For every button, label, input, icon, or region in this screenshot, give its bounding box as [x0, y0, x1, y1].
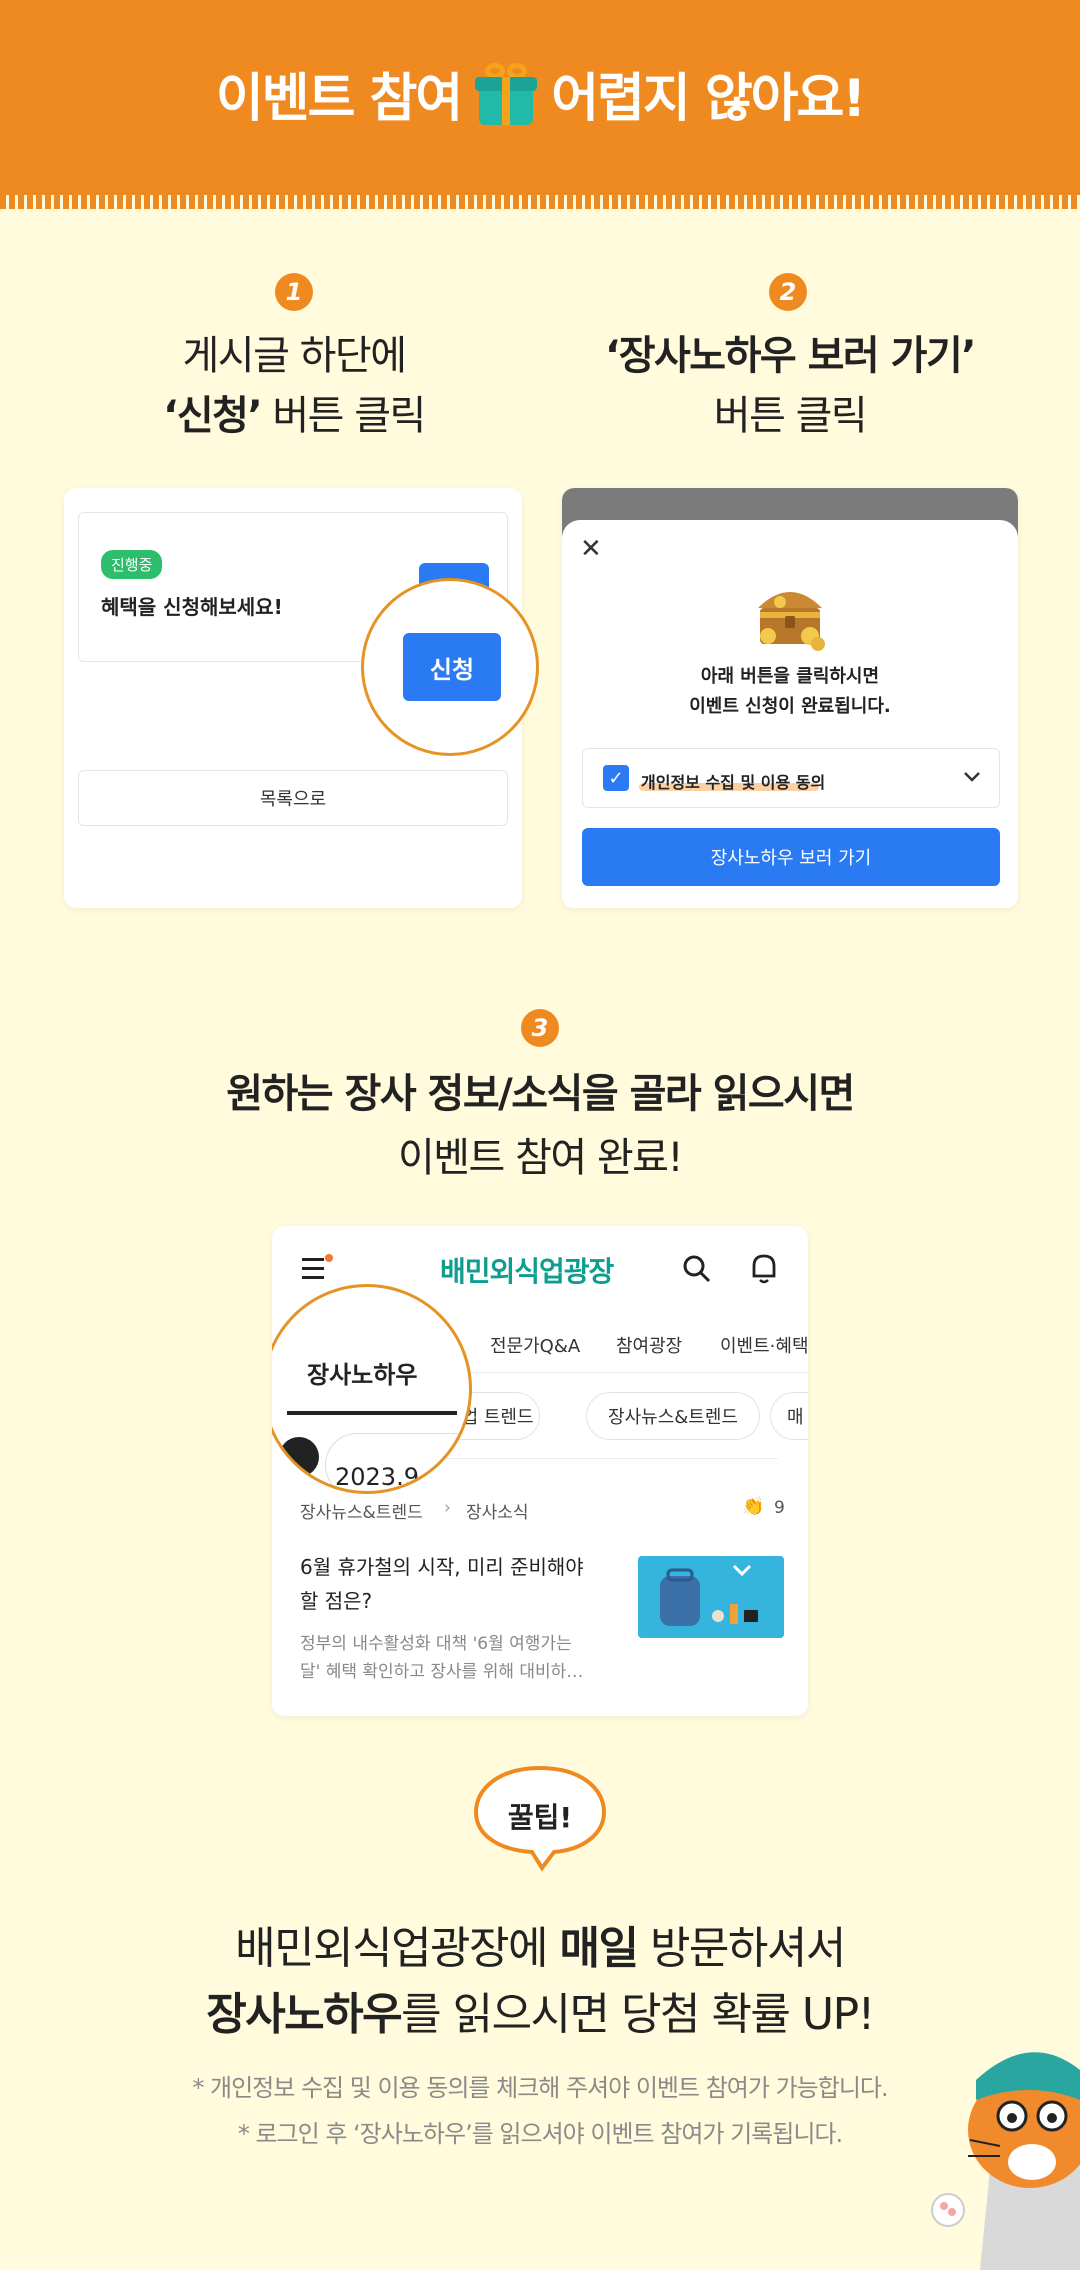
cat-mascot-illustration — [931, 2052, 1080, 2270]
tip-line2-post: 를 읽으시면 당첨 확률 UP! — [401, 1989, 875, 2040]
travel-bag-image — [638, 1556, 784, 1638]
article-summary-line1: 정부의 내수활성화 대책 '6월 여행가는 — [300, 1634, 572, 1654]
tab-active-underline — [287, 1411, 457, 1415]
consent-sheet: ✕ 아래 버튼을 클릭하시면 이벤트 신청이 완료됩니다. ✓ 개인정보 수집 … — [562, 520, 1018, 908]
tab-expert-qa[interactable]: 전문가Q&A — [490, 1332, 580, 1358]
note-consent: * 개인정보 수집 및 이용 동의를 체크해 주셔야 이벤트 참여가 가능합니다… — [192, 2074, 888, 2102]
step-3-text: 원하는 장사 정보/소식을 골라 읽으시면 이벤트 참여 완료! — [90, 1062, 990, 1190]
article-summary: 정부의 내수활성화 대책 '6월 여행가는 달' 혜택 확인하고 장사를 위해 … — [300, 1630, 583, 1686]
treasure-chest-icon — [758, 592, 825, 651]
apply-button[interactable]: 신청 — [403, 633, 501, 701]
app-title: 배민외식업광장 — [440, 1255, 614, 1288]
step-3-badge: 3 — [521, 1009, 559, 1047]
header-title-left: 이벤트 참여 — [215, 69, 463, 129]
step-1-line2-bold: ‘신청’ — [163, 393, 263, 439]
step-2-line1: ‘장사노하우 보러 가기’ — [605, 333, 976, 379]
header-banner: 이벤트 참여 어렵지 않아요! — [0, 0, 1080, 209]
step-1-line1: 게시글 하단에 — [182, 333, 407, 379]
consent-row[interactable]: ✓ 개인정보 수집 및 이용 동의 — [582, 748, 1000, 808]
tip-line1-pre: 배민외식업광장에 — [235, 1923, 560, 1974]
step-2-card: ✕ 아래 버튼을 클릭하시면 이벤트 신청이 완료됩니다. ✓ 개인정보 수집 … — [562, 488, 1018, 908]
step-1-badge: 1 — [275, 273, 313, 311]
step-2-text: ‘장사노하우 보러 가기’ 버튼 클릭 — [560, 326, 1020, 446]
tab-participation[interactable]: 참여광장 — [616, 1332, 682, 1358]
tab-events[interactable]: 이벤트·혜택 — [720, 1332, 808, 1358]
breadcrumb-chevron-icon: › — [444, 1498, 451, 1518]
chip-news[interactable]: 장사뉴스&트렌드 — [586, 1392, 760, 1440]
step-2-line2: 버튼 클릭 — [713, 393, 868, 439]
consent-label: 개인정보 수집 및 이용 동의 — [641, 773, 826, 792]
step-1-text: 게시글 하단에 ‘신청’ 버튼 클릭 — [64, 326, 524, 446]
tip-line2: 장사노하우를 읽으시면 당첨 확률 UP! — [0, 1982, 1080, 2048]
header-title: 이벤트 참여 어렵지 않아요! — [0, 56, 1080, 131]
tip-line1-bold: 매일 — [559, 1923, 638, 1974]
article-thumbnail[interactable] — [638, 1556, 784, 1638]
step-3-line1: 원하는 장사 정보/소식을 골라 읽으시면 — [226, 1071, 855, 1117]
knowhow-cta-button[interactable]: 장사노하우 보러 가기 — [582, 828, 1000, 886]
zoom-tab-circle: 장사노하우 2023.9 — [272, 1284, 472, 1494]
clap-icon: 👏 — [742, 1496, 765, 1517]
header-title-right: 어렵지 않아요! — [551, 69, 866, 129]
consent-message: 아래 버튼을 클릭하시면 이벤트 신청이 완료됩니다. — [562, 662, 1018, 722]
zoom-apply-circle: 신청 — [361, 578, 539, 756]
step-1-card: 진행중 혜택을 신청해보세요! 목록으로 신청 — [64, 488, 539, 908]
breadcrumb-parent[interactable]: 장사뉴스&트렌드 — [300, 1498, 423, 1523]
benefit-headline: 혜택을 신청해보세요! — [101, 595, 283, 619]
article-title[interactable]: 6월 휴가철의 시작, 미리 준비해야 할 점은? — [300, 1550, 584, 1618]
breadcrumb-child[interactable]: 장사소식 — [466, 1498, 529, 1523]
status-badge: 진행중 — [101, 550, 163, 579]
date-partial: 2023.9 — [335, 1463, 419, 1491]
tip-line1: 배민외식업광장에 매일 방문하셔서 — [0, 1916, 1080, 1982]
consent-message-line2: 이벤트 신청이 완료됩니다. — [689, 696, 891, 717]
chip-more[interactable]: 매 — [770, 1392, 808, 1440]
step-1-line2-rest: 버튼 클릭 — [261, 393, 426, 439]
tip-line1-post: 방문하셔서 — [637, 1923, 846, 1974]
tip-bubble-text: 꿀팁! — [507, 1801, 573, 1834]
tip-line2-bold: 장사노하우 — [206, 1989, 402, 2040]
step-2-badge: 2 — [769, 273, 807, 311]
avatar — [279, 1437, 319, 1477]
step-3-card: 배민외식업광장 전문가Q&A 참여광장 이벤트·혜택 외식업 트렌드 장사뉴스&… — [272, 1226, 808, 1716]
tab-knowhow[interactable]: 장사노하우 — [307, 1355, 417, 1390]
consent-message-line1: 아래 버튼을 클릭하시면 — [700, 666, 880, 687]
bell-icon[interactable] — [750, 1252, 778, 1284]
gift-box-icon — [473, 59, 539, 129]
search-icon[interactable] — [682, 1254, 712, 1284]
step-3-line2: 이벤트 참여 완료! — [397, 1135, 684, 1181]
list-button[interactable]: 목록으로 — [78, 770, 508, 826]
note-login: * 로그인 후 ‘장사노하우’를 읽으셔야 이벤트 참여가 기록됩니다. — [237, 2120, 843, 2148]
article-summary-line2: 달' 혜택 확인하고 장사를 위해 대비하… — [300, 1662, 584, 1682]
step-1-line2: ‘신청’ 버튼 클릭 — [64, 386, 524, 446]
close-icon[interactable]: ✕ — [580, 534, 602, 564]
like-count: 9 — [774, 1498, 785, 1518]
menu-icon[interactable] — [302, 1254, 334, 1282]
article-title-line2: 할 점은? — [300, 1589, 373, 1613]
check-icon[interactable]: ✓ — [603, 765, 629, 791]
article-title-line1: 6월 휴가철의 시작, 미리 준비해야 — [300, 1555, 584, 1579]
chevron-down-icon[interactable] — [963, 771, 981, 783]
